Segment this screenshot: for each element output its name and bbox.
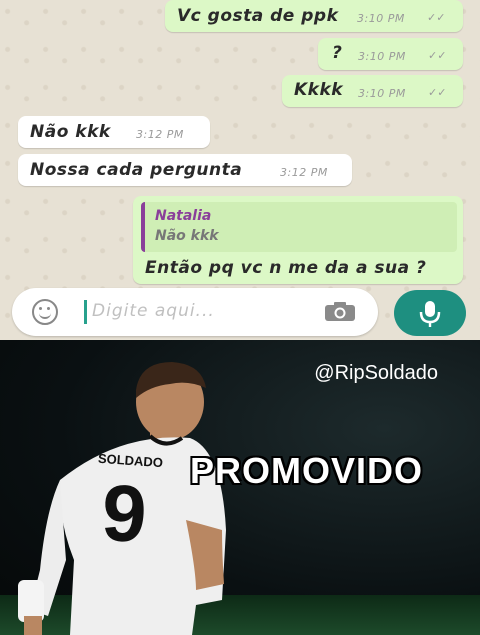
text-cursor — [84, 300, 87, 324]
message-text: Então pq vc n me da a sua ? — [145, 258, 427, 278]
message-time: 3:12 PM — [280, 166, 328, 179]
meme-photo: SOLDADO 9 @RipSoldado PROMOVIDO — [0, 340, 480, 635]
mic-icon — [419, 301, 441, 327]
message-time: 3:10 PM — [358, 50, 406, 63]
message-bubble-incoming[interactable]: Não kkk 3:12 PM — [18, 116, 210, 148]
message-text: Kkkk — [294, 80, 344, 100]
message-bubble-outgoing[interactable]: Vc gosta de ppk 3:10 PM ✓✓ — [165, 0, 463, 32]
camera-icon[interactable] — [324, 302, 356, 322]
chat-screen: Vc gosta de ppk 3:10 PM ✓✓ ? 3:10 PM ✓✓ … — [0, 0, 480, 340]
message-time: 3:12 PM — [136, 128, 184, 141]
message-text: Não kkk — [30, 122, 111, 142]
meme-caption: PROMOVIDO — [189, 449, 424, 492]
jersey-number: 9 — [99, 467, 149, 560]
message-input-bar[interactable]: Digite aqui... — [12, 288, 378, 336]
read-ticks-icon: ✓✓ — [428, 49, 447, 62]
message-input[interactable]: Digite aqui... — [92, 301, 215, 321]
quoted-text: Não kkk — [155, 228, 219, 244]
quoted-message[interactable]: Natalia Não kkk — [141, 202, 457, 252]
read-ticks-icon: ✓✓ — [427, 11, 446, 24]
message-text: Nossa cada pergunta — [30, 160, 243, 180]
message-text: ? — [332, 43, 343, 63]
message-bubble-outgoing[interactable]: ? 3:10 PM ✓✓ — [318, 38, 463, 70]
message-text: Vc gosta de ppk — [177, 6, 339, 26]
read-ticks-icon: ✓✓ — [428, 86, 447, 99]
mic-button[interactable] — [394, 290, 466, 336]
watermark-handle: @RipSoldado — [314, 362, 438, 384]
message-time: 3:10 PM — [358, 87, 406, 100]
message-bubble-reply[interactable]: Natalia Não kkk Então pq vc n me da a su… — [133, 196, 463, 284]
message-bubble-outgoing[interactable]: Kkkk 3:10 PM ✓✓ — [282, 75, 463, 107]
message-time: 3:10 PM — [357, 12, 405, 25]
message-bubble-incoming[interactable]: Nossa cada pergunta 3:12 PM — [18, 154, 352, 186]
emoji-icon[interactable] — [32, 299, 58, 325]
quoted-sender-name: Natalia — [155, 208, 212, 224]
